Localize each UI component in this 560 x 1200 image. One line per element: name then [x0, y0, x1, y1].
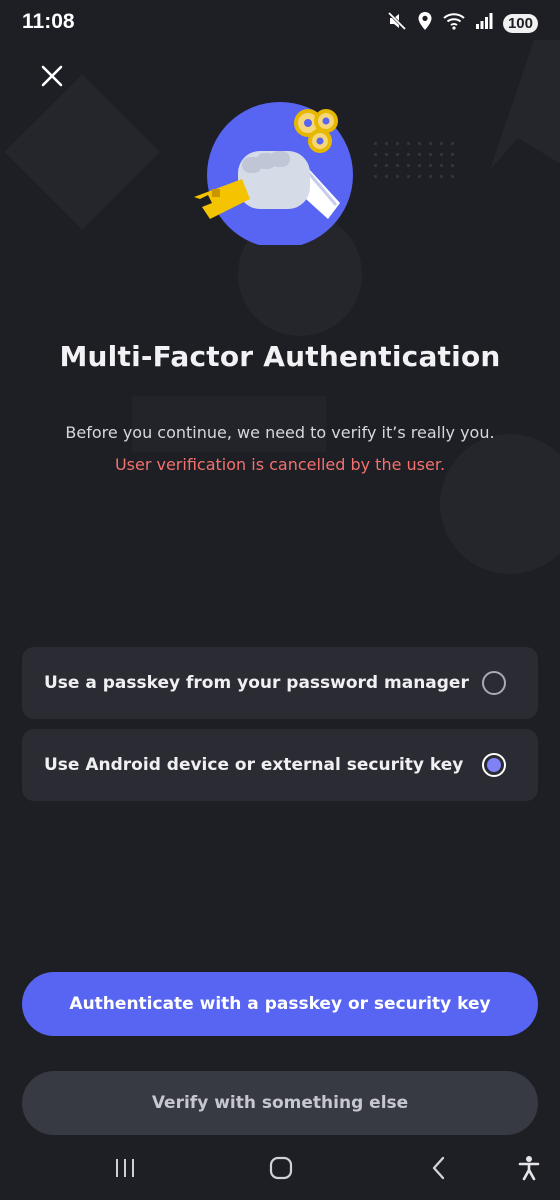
- status-icons: 100: [387, 11, 538, 35]
- option-label: Use Android device or external security …: [44, 755, 464, 775]
- signal-icon: [475, 12, 493, 34]
- close-button[interactable]: [34, 60, 70, 96]
- option-label: Use a passkey from your password manager: [44, 673, 469, 693]
- home-icon: [269, 1156, 293, 1184]
- recents-button[interactable]: [105, 1154, 145, 1186]
- background-triangle-shape: [490, 40, 560, 170]
- option-password-manager-passkey[interactable]: Use a passkey from your password manager: [22, 647, 538, 719]
- home-button[interactable]: [261, 1154, 301, 1186]
- wifi-icon: [443, 12, 465, 34]
- error-message: User verification is cancelled by the us…: [114, 455, 446, 474]
- navigation-bar: [0, 1140, 560, 1200]
- radio-button[interactable]: [482, 671, 506, 695]
- back-icon: [429, 1156, 449, 1184]
- hand-holding-key-illustration: [190, 95, 370, 248]
- location-icon: [417, 11, 433, 35]
- page-title: Multi-Factor Authentication: [59, 340, 501, 373]
- authenticate-button[interactable]: Authenticate with a passkey or security …: [22, 972, 538, 1036]
- back-button[interactable]: [419, 1154, 459, 1186]
- background-diamond-shape: [4, 74, 160, 230]
- close-icon: [41, 65, 63, 91]
- accessibility-button[interactable]: [509, 1154, 549, 1186]
- verify-other-button[interactable]: Verify with something else: [22, 1071, 538, 1135]
- background-dot-pattern: [370, 138, 462, 182]
- mute-icon: [387, 11, 407, 35]
- battery-badge: 100: [502, 13, 538, 33]
- status-time: 11:08: [22, 10, 75, 33]
- recents-icon: [113, 1157, 137, 1183]
- option-android-security-key[interactable]: Use Android device or external security …: [22, 729, 538, 801]
- accessibility-icon: [518, 1155, 540, 1185]
- radio-button-selected[interactable]: [482, 753, 506, 777]
- page-subtitle: Before you continue, we need to verify i…: [65, 423, 495, 442]
